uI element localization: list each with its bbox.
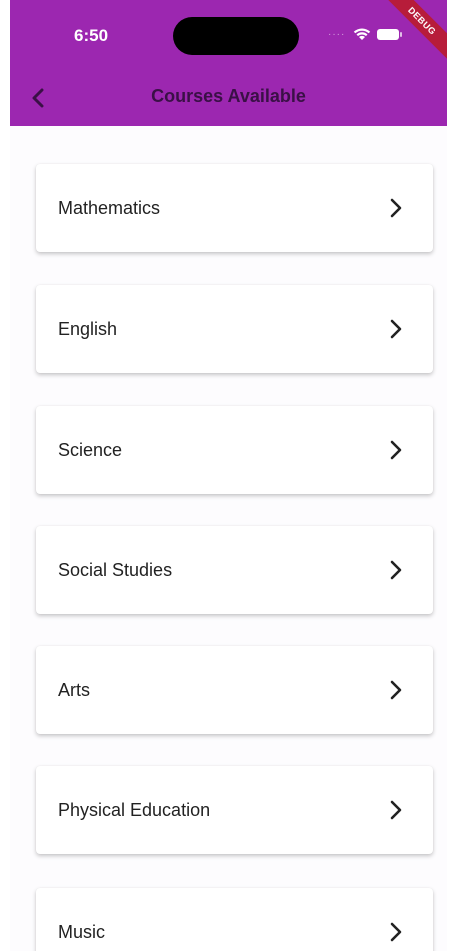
course-label: Physical Education <box>58 800 211 820</box>
status-icons: ···· <box>328 27 403 41</box>
course-label: Science <box>58 440 123 460</box>
course-item-science[interactable]: Science <box>36 406 433 494</box>
wifi-icon <box>354 28 371 40</box>
chevron-right-icon <box>390 800 402 820</box>
course-item-mathematics[interactable]: Mathematics <box>36 164 433 252</box>
page-title: Courses Available <box>151 86 306 106</box>
course-item-social-studies[interactable]: Social Studies <box>36 526 433 614</box>
battery-icon <box>377 28 403 40</box>
course-item-physical-education[interactable]: Physical Education <box>36 766 433 854</box>
status-time: 6:50 <box>74 26 109 45</box>
course-label: English <box>58 319 118 339</box>
chevron-right-icon <box>390 319 402 339</box>
chevron-right-icon <box>390 560 402 580</box>
course-label: Music <box>58 922 106 942</box>
signal-icon: ···· <box>328 28 346 40</box>
course-item-arts[interactable]: Arts <box>36 646 433 734</box>
course-label: Arts <box>58 680 91 700</box>
app-screen: 6:50 ···· DEBUG Courses Available Mathem… <box>10 0 447 951</box>
dynamic-island <box>173 17 299 55</box>
chevron-right-icon <box>390 680 402 700</box>
course-label: Mathematics <box>58 198 161 218</box>
chevron-right-icon <box>390 198 402 218</box>
chevron-right-icon <box>390 922 402 942</box>
course-item-english[interactable]: English <box>36 285 433 373</box>
course-item-music[interactable]: Music <box>36 888 433 951</box>
app-bar: 6:50 ···· DEBUG Courses Available <box>10 0 447 126</box>
chevron-right-icon <box>390 440 402 460</box>
course-label: Social Studies <box>58 560 173 580</box>
